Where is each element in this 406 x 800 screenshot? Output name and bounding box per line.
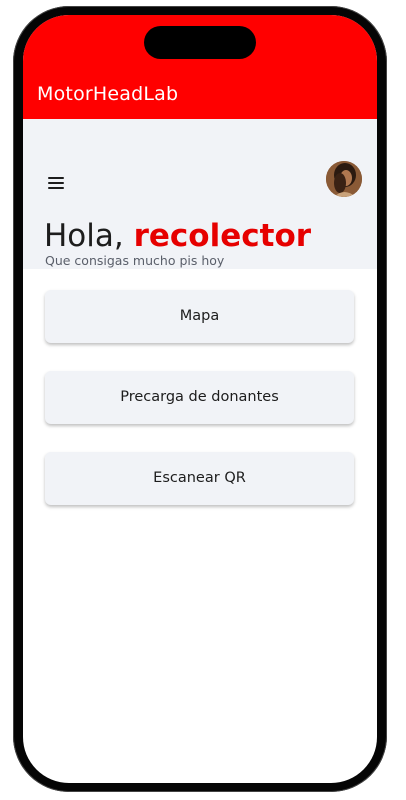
map-button[interactable]: Mapa: [45, 290, 354, 343]
app-screen: MotorHeadLab Hola, recolector Que consig…: [23, 15, 377, 783]
dynamic-island: [144, 26, 256, 59]
header-section: Hola, recolector Que consigas mucho pis …: [23, 119, 377, 269]
greeting-role: recolector: [133, 218, 312, 254]
app-bar: MotorHeadLab: [23, 15, 377, 119]
scan-qr-button[interactable]: Escanear QR: [45, 452, 354, 505]
menu-icon[interactable]: [45, 173, 67, 193]
phone-frame: MotorHeadLab Hola, recolector Que consig…: [13, 6, 387, 792]
greeting-subtitle: Que consigas mucho pis hoy: [45, 253, 225, 268]
greeting-prefix: Hola,: [44, 218, 134, 254]
app-title: MotorHeadLab: [37, 83, 179, 105]
avatar[interactable]: [326, 161, 362, 197]
avatar-image: [326, 161, 362, 197]
greeting-heading: Hola, recolector: [44, 218, 311, 254]
donor-preload-button[interactable]: Precarga de donantes: [45, 371, 354, 424]
